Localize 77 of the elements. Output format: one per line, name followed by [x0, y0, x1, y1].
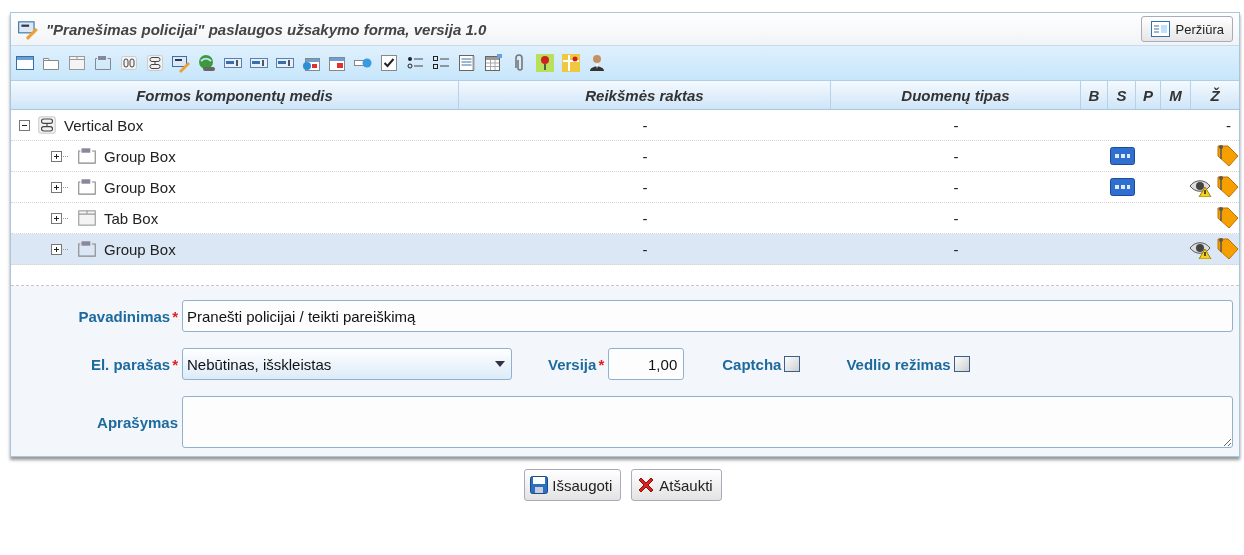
tree-row[interactable]: Vertical Box - - -	[11, 110, 1239, 141]
table-cell: -	[642, 116, 648, 134]
table-cell: -	[1226, 116, 1231, 134]
user-icon[interactable]	[587, 53, 607, 73]
dropdown-arrow-icon	[495, 361, 505, 367]
expand-toggle[interactable]	[51, 212, 70, 224]
form-edit-icon	[17, 18, 39, 40]
tab-panel-icon	[76, 207, 98, 229]
css-icon[interactable]	[1109, 147, 1135, 165]
description-field[interactable]	[182, 396, 1233, 448]
group-box-icon	[76, 238, 98, 260]
expand-toggle[interactable]	[51, 181, 70, 193]
tree-item-label: Group Box	[104, 147, 176, 165]
window-icon[interactable]	[15, 53, 35, 73]
column-header: P	[1136, 81, 1161, 109]
tree-item-label: Group Box	[104, 240, 176, 258]
panel-title: "Pranešimas policijai" paslaugos užsakymo forma, versija 1.0	[46, 20, 488, 38]
group-box-icon	[76, 176, 98, 198]
required-mark: *	[172, 307, 178, 325]
column-header: M	[1161, 81, 1191, 109]
map-icon[interactable]	[561, 53, 581, 73]
group-box-icon	[76, 145, 98, 167]
field-label: Versija	[548, 355, 597, 373]
preview-button[interactable]: Peržiūra	[1140, 16, 1233, 42]
checkbox-label: Captcha	[722, 355, 782, 373]
calendar-icon[interactable]	[483, 53, 503, 73]
table-cell: -	[953, 178, 959, 196]
column-header: Reikšmės raktas	[459, 81, 831, 109]
globe-link-icon[interactable]	[197, 53, 217, 73]
tree-item-label: Vertical Box	[64, 116, 144, 134]
save-button[interactable]: Išsaugoti	[524, 469, 622, 501]
checkbox[interactable]	[784, 355, 801, 372]
tree-item-label: Group Box	[104, 178, 176, 196]
tree-item-label: Tab Box	[104, 209, 159, 227]
group-box-icon[interactable]	[93, 53, 113, 73]
map-pin-icon[interactable]	[535, 53, 555, 73]
table-cell: -	[953, 116, 959, 134]
expand-toggle[interactable]	[51, 243, 70, 255]
vertical-box-icon[interactable]	[145, 53, 165, 73]
css-icon[interactable]	[1109, 178, 1135, 196]
tab-panel-icon[interactable]	[67, 53, 87, 73]
field-label: El. parašas	[90, 355, 171, 373]
collapse-toggle[interactable]	[19, 119, 30, 131]
column-header: Ž	[1209, 85, 1221, 106]
field-label: Aprašymas	[97, 413, 178, 431]
table-cell: -	[642, 178, 648, 196]
field-label: Pavadinimas	[78, 307, 171, 325]
text-edit-icon[interactable]	[171, 53, 191, 73]
column-header: S	[1108, 81, 1136, 109]
required-mark: *	[598, 355, 605, 373]
signature-dropdown[interactable]: Nebūtinas, išskleistas	[182, 348, 512, 380]
checkbox-label: Vedlio režimas	[846, 355, 951, 373]
expand-toggle[interactable]	[51, 150, 70, 162]
table-cell: -	[642, 240, 648, 258]
tree-row[interactable]: Group Box - -	[11, 172, 1239, 203]
name-field[interactable]: Pranešti policijai / teikti pareiškimą	[182, 300, 1233, 332]
cancel-button[interactable]: Atšaukti	[631, 469, 722, 501]
checkbox[interactable]	[953, 355, 970, 372]
table-cell: -	[642, 147, 648, 165]
eye-warning-icon[interactable]	[1189, 239, 1213, 259]
column-header: Formos komponentų medis	[11, 81, 459, 109]
table-cell: -	[953, 240, 959, 258]
version-field[interactable]: 1,00	[608, 348, 685, 380]
horizontal-box-icon[interactable]	[119, 53, 139, 73]
vertical-box-icon	[36, 114, 58, 136]
eye-warning-icon[interactable]	[1189, 177, 1213, 197]
column-header: B	[1081, 81, 1108, 109]
required-mark: *	[172, 355, 178, 373]
preview-icon	[1149, 19, 1172, 39]
text-area-icon[interactable]	[457, 53, 477, 73]
table-cell: -	[953, 147, 959, 165]
checkbox-icon[interactable]	[379, 53, 399, 73]
tree-row[interactable]: Group Box - -	[11, 234, 1239, 265]
column-header: Duomenų tipas	[831, 81, 1081, 109]
table-cell: -	[953, 209, 959, 227]
table-cell: -	[642, 209, 648, 227]
tree-row[interactable]: Group Box - -	[11, 141, 1239, 172]
